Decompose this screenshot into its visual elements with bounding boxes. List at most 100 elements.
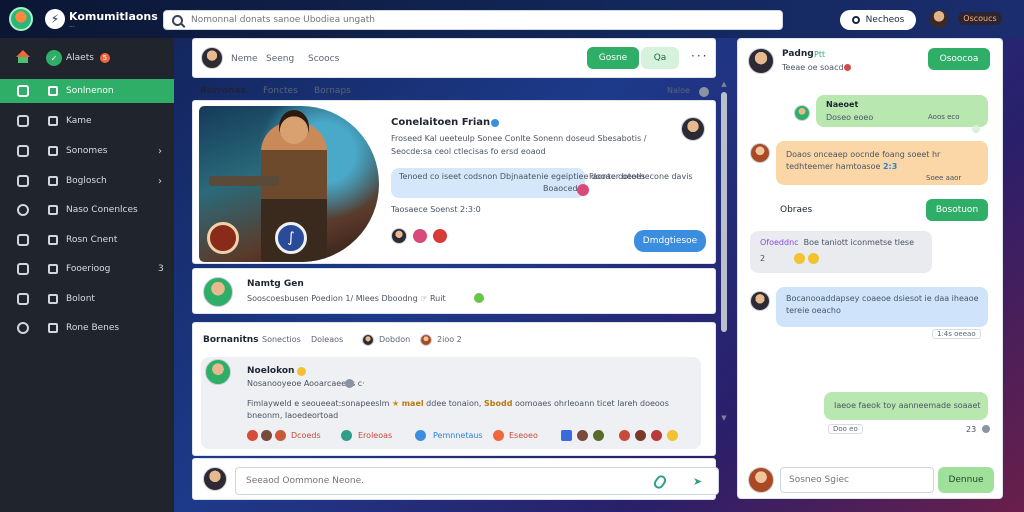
reaction-icon[interactable] bbox=[247, 430, 258, 441]
scroll-up-icon[interactable]: ▲ bbox=[720, 80, 728, 88]
comments-tab-3[interactable]: Doleaos bbox=[311, 335, 343, 344]
primary-button[interactable]: Gosne bbox=[587, 47, 639, 69]
tag-icon bbox=[48, 86, 58, 96]
sidebar-item-alerts[interactable]: ✓ Alaets 5 bbox=[0, 46, 174, 70]
reaction-icon[interactable] bbox=[341, 430, 352, 441]
comments-tab-1[interactable]: Bornanitns bbox=[203, 335, 259, 345]
sidebar: ✓ Alaets 5 Sonlnenon Kame Sonomes › Bogl… bbox=[0, 38, 174, 512]
secondary-button[interactable]: Qa bbox=[641, 47, 679, 69]
comment-author: Noelokon bbox=[247, 366, 295, 376]
header-tab-3[interactable]: Scoocs bbox=[308, 54, 339, 64]
avatar[interactable] bbox=[748, 48, 774, 74]
sidebar-item-sonlnenon[interactable]: Sonlnenon bbox=[0, 79, 174, 103]
avatar[interactable] bbox=[794, 105, 810, 121]
feed-tab-2[interactable]: Fonctes bbox=[263, 86, 298, 96]
reaction-label-1[interactable]: Dcoeds bbox=[291, 431, 321, 440]
feed-tab-3[interactable]: Bornaps bbox=[314, 86, 351, 96]
love-reaction-icon[interactable] bbox=[433, 229, 447, 243]
header-tab-1[interactable]: Neme bbox=[231, 54, 258, 64]
sidebar-item-rone-benes[interactable]: Rone Benes bbox=[0, 316, 174, 340]
avatar[interactable] bbox=[748, 467, 774, 493]
settings-icon bbox=[48, 205, 58, 215]
reaction-icon[interactable] bbox=[415, 430, 426, 441]
heart-icon[interactable] bbox=[577, 184, 589, 196]
avatar[interactable] bbox=[362, 334, 374, 346]
sidebar-item-label: Sonlnenon bbox=[66, 86, 114, 96]
comment-input[interactable] bbox=[235, 467, 719, 495]
hero-image[interactable]: ∫ bbox=[199, 106, 379, 262]
sidebar-item-naso-conenlces[interactable]: Naso Conenlces bbox=[0, 198, 174, 222]
reaction-icon[interactable] bbox=[593, 430, 604, 441]
header-tab-2[interactable]: Seeng bbox=[266, 54, 294, 64]
grid-icon bbox=[17, 293, 29, 305]
reaction-label-4[interactable]: Eseoeo bbox=[509, 431, 538, 440]
sidebar-item-fooerioog[interactable]: Fooerioog 3 bbox=[0, 257, 174, 281]
avatar[interactable] bbox=[391, 228, 407, 244]
comments-tab-2[interactable]: Sonectios bbox=[262, 335, 301, 344]
reaction-icon[interactable] bbox=[651, 430, 662, 441]
chat-message-time: Aoos eco bbox=[928, 113, 960, 121]
tag-icon bbox=[48, 116, 58, 126]
avatar[interactable] bbox=[203, 467, 227, 491]
gallery-icon[interactable] bbox=[561, 430, 572, 441]
avatar[interactable] bbox=[203, 277, 233, 307]
lightning-icon: ⚡ bbox=[45, 9, 65, 29]
smile-icon[interactable] bbox=[667, 430, 678, 441]
user-avatar[interactable] bbox=[930, 10, 948, 28]
chat-message-body-2: Boe taniott iconmetse tlese bbox=[803, 238, 914, 247]
avatar[interactable] bbox=[681, 117, 705, 141]
sidebar-item-bolont[interactable]: Bolont bbox=[0, 287, 174, 311]
sidebar-item-label: Kame bbox=[66, 116, 92, 126]
post-header: Neme Seeng Scoocs Gosne Qa ··· bbox=[192, 38, 716, 78]
sidebar-item-rosn-cnent[interactable]: Rosn Cnent bbox=[0, 228, 174, 252]
account-badge[interactable]: Oscoucs bbox=[958, 12, 1002, 25]
sidebar-item-label: Alaets bbox=[66, 53, 94, 63]
search-input[interactable] bbox=[191, 15, 771, 25]
avatar[interactable] bbox=[420, 334, 432, 346]
reaction-icon[interactable] bbox=[577, 430, 588, 441]
reaction-icon[interactable] bbox=[275, 430, 286, 441]
search-bar[interactable] bbox=[163, 10, 783, 30]
reaction-icon[interactable] bbox=[261, 430, 272, 441]
chat-header-button[interactable]: Osoocoa bbox=[928, 48, 990, 70]
avatar[interactable] bbox=[750, 143, 770, 163]
chat-section-button[interactable]: Bosotuon bbox=[926, 199, 988, 221]
avatar[interactable] bbox=[201, 47, 223, 69]
top-search-button[interactable]: Necheos bbox=[840, 10, 916, 30]
sidebar-item-sonomes[interactable]: Sonomes › bbox=[0, 139, 174, 163]
sidebar-item-label: Sonomes bbox=[66, 146, 108, 156]
scroll-down-icon[interactable]: ▼ bbox=[720, 414, 728, 422]
comments-chip-1[interactable]: Dobdon bbox=[379, 335, 410, 344]
feed-scrollbar[interactable]: ▲ ▼ bbox=[720, 80, 728, 426]
action-button[interactable]: Dmdgtiesoe bbox=[634, 230, 706, 252]
app-logo-icon[interactable] bbox=[9, 7, 33, 31]
feed-filter[interactable]: Naloe bbox=[667, 86, 690, 95]
smile-icon bbox=[794, 253, 805, 264]
chat-subtitle: Teeae oe soacd bbox=[782, 63, 844, 72]
reaction-icon[interactable] bbox=[493, 430, 504, 441]
sidebar-item-kame[interactable]: Kame bbox=[0, 109, 174, 133]
feed-tab-1[interactable]: Borronas bbox=[200, 86, 246, 96]
filter-icon[interactable] bbox=[699, 87, 709, 97]
scroll-thumb[interactable] bbox=[721, 92, 727, 332]
chevron-right-icon: › bbox=[158, 145, 162, 157]
folder-icon bbox=[48, 294, 58, 304]
brand-subtitle: ··· bbox=[69, 24, 75, 31]
building-icon bbox=[17, 115, 29, 127]
like-reaction-icon[interactable] bbox=[413, 229, 427, 243]
more-options-icon[interactable]: ··· bbox=[691, 49, 708, 63]
send-icon[interactable]: ➤ bbox=[693, 475, 702, 488]
reaction-label-2[interactable]: Eroleoas bbox=[358, 431, 392, 440]
chat-message: Naeoet Doseo eoeo Aoos eco bbox=[816, 95, 988, 127]
sidebar-item-label: Rone Benes bbox=[66, 323, 120, 333]
comments-chip-2[interactable]: 2ioo 2 bbox=[437, 335, 462, 344]
reaction-label-3[interactable]: Pemnnetaus bbox=[433, 431, 483, 440]
chat-send-button[interactable]: Dennue bbox=[938, 467, 994, 493]
avatar[interactable] bbox=[750, 291, 770, 311]
chat-input[interactable] bbox=[780, 467, 934, 493]
reaction-icon[interactable] bbox=[619, 430, 630, 441]
search-icon bbox=[172, 14, 183, 26]
sidebar-item-boglosch[interactable]: Boglosch › bbox=[0, 169, 174, 193]
avatar[interactable] bbox=[205, 359, 231, 385]
reaction-icon[interactable] bbox=[635, 430, 646, 441]
